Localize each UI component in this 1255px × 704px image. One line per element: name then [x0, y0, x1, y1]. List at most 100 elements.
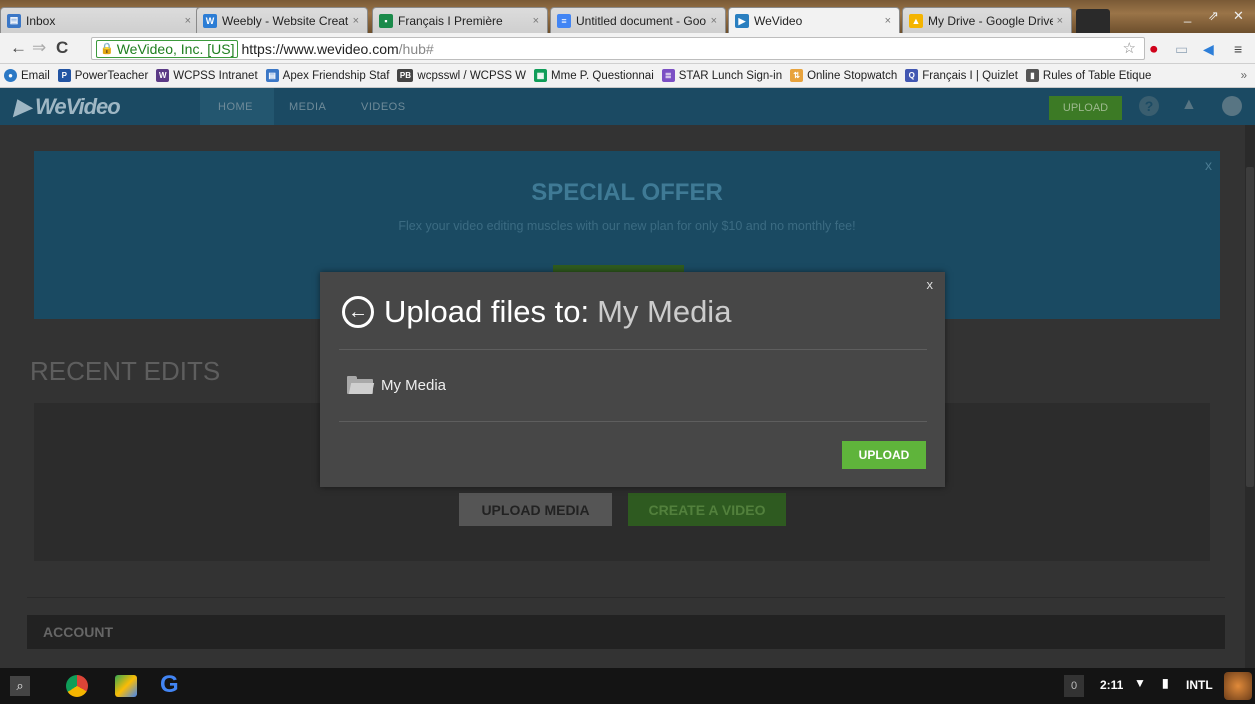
menu-icon[interactable]: ≡ [1234, 41, 1242, 57]
battery-icon[interactable]: ▮ [1162, 676, 1169, 690]
divider [27, 597, 1225, 598]
bookmark-label: Email [21, 69, 50, 82]
maximize-icon[interactable]: ⇗ [1208, 8, 1219, 24]
account-section-header[interactable]: ACCOUNT [27, 615, 1225, 649]
wevideo-logo[interactable]: ▶ WeVideo [14, 94, 121, 120]
tab-wevideo[interactable]: ▶ WeVideo × [728, 7, 900, 33]
cast-icon[interactable]: ▭ [1175, 41, 1188, 58]
avatar-icon[interactable] [1222, 96, 1242, 116]
tab-untitled-doc[interactable]: ≡ Untitled document - Goo × [550, 7, 726, 33]
dialog-title-bold: Upload files to: [384, 294, 590, 329]
bookmark-email[interactable]: ● Email [4, 69, 50, 82]
recent-edits-heading: RECENT EDITS [30, 356, 221, 386]
reload-icon[interactable]: C [56, 38, 68, 58]
wifi-icon[interactable]: ▼ [1134, 676, 1146, 690]
create-video-button[interactable]: CREATE A VIDEO [628, 493, 786, 526]
bookmarks-bar: ● Email P PowerTeacher W WCPSS Intranet ▤ Ap… [0, 64, 1255, 88]
tab-title: WeVideo [754, 14, 803, 28]
lock-icon: 🔒 [100, 43, 114, 55]
close-tab-icon[interactable]: × [353, 15, 359, 27]
bookmark-star-icon[interactable]: ☆ [1123, 39, 1136, 57]
nav-upload-button[interactable]: UPLOAD [1049, 96, 1122, 120]
dialog-upload-button[interactable]: UPLOAD [842, 441, 926, 469]
bookmark-table-etiquette[interactable]: ▮ Rules of Table Etique [1025, 69, 1152, 82]
folder-item-my-media[interactable]: My Media [347, 376, 446, 394]
minimize-icon[interactable]: _ [1184, 8, 1191, 23]
offer-close-icon[interactable]: x [1205, 157, 1212, 173]
nav-videos[interactable]: VIDEOS [361, 101, 406, 113]
new-tab-button[interactable] [1076, 9, 1110, 33]
browser-tab-strip: ▤ Inbox × W Weebly - Website Creati × ▪ … [0, 0, 1255, 33]
bookmark-label: WCPSS Intranet [173, 69, 258, 82]
more-bookmarks-icon[interactable]: » [1241, 70, 1247, 82]
url-host: https://www.wevideo.com [241, 40, 399, 57]
tab-title: Weebly - Website Creati [222, 13, 349, 28]
url-path: /hub# [398, 40, 434, 57]
close-tab-icon[interactable]: × [1057, 15, 1063, 27]
address-toolbar: ← ⇒ C 🔒 WeVideo, Inc. [US] https://www.w… [0, 33, 1255, 64]
close-tab-icon[interactable]: × [185, 15, 191, 27]
classroom-icon: ▪ [379, 13, 393, 28]
close-tab-icon[interactable]: × [533, 15, 539, 27]
user-avatar[interactable] [1224, 672, 1252, 700]
globe-icon: ● [4, 69, 17, 82]
close-tab-icon[interactable]: × [711, 15, 717, 27]
extension-icon[interactable]: ◀ [1203, 41, 1214, 58]
bookmark-powerteacher[interactable]: P PowerTeacher [57, 69, 148, 82]
dialog-title-destination: My Media [597, 294, 732, 329]
maps-icon[interactable] [115, 675, 137, 697]
drive-icon: ▲ [909, 13, 923, 28]
bookmark-mme-p[interactable]: ▦ Mme P. Questionnai [534, 69, 654, 82]
bell-icon[interactable]: ▲ [1181, 96, 1197, 114]
tab-francais[interactable]: ▪ Français I Première × [372, 7, 548, 33]
chrome-icon[interactable] [66, 675, 88, 697]
url-field[interactable]: 🔒 WeVideo, Inc. [US] https://www.wevideo… [91, 37, 1145, 60]
bookmark-stopwatch[interactable]: ⇅ Online Stopwatch [790, 69, 897, 82]
adblock-icon[interactable]: ⏺ [1150, 41, 1158, 58]
bookmark-star-lunch[interactable]: ≣ STAR Lunch Sign-in [661, 69, 783, 82]
forward-icon[interactable]: ⇒ [32, 38, 46, 58]
upload-media-button[interactable]: UPLOAD MEDIA [459, 493, 612, 526]
sheets-icon: ▦ [534, 69, 548, 82]
upload-files-dialog: x ← Upload files to: My Media My Media U… [320, 272, 945, 487]
bookmark-label: Rules of Table Etique [1042, 69, 1152, 82]
bookmark-label: Français I | Quizlet [922, 69, 1018, 82]
bookmark-label: wcpsswl / WCPSS W [417, 69, 527, 82]
back-arrow-icon[interactable]: ← [342, 296, 374, 328]
scrollbar-thumb[interactable] [1246, 167, 1254, 487]
bookmark-wcpsswl[interactable]: PB wcpsswl / WCPSS W [397, 69, 526, 82]
close-window-icon[interactable]: ✕ [1233, 8, 1244, 24]
back-icon[interactable]: ← [10, 38, 27, 58]
help-icon[interactable]: ? [1139, 96, 1159, 116]
tab-title: Inbox [26, 13, 56, 28]
folder-label: My Media [381, 376, 447, 394]
wcpss-icon: W [156, 69, 170, 82]
pbworks-icon: PB [397, 69, 414, 82]
stopwatch-icon: ⇅ [790, 69, 804, 82]
page-scrollbar[interactable] [1245, 125, 1255, 668]
close-tab-icon[interactable]: × [885, 15, 891, 27]
bookmark-quizlet[interactable]: Q Français I | Quizlet [905, 69, 1018, 82]
nav-media[interactable]: MEDIA [289, 101, 326, 113]
input-method[interactable]: INTL [1186, 678, 1213, 692]
tab-weebly[interactable]: W Weebly - Website Creati × [196, 7, 368, 33]
bookmark-label: STAR Lunch Sign-in [678, 69, 783, 82]
dialog-close-icon[interactable]: x [927, 277, 934, 292]
tab-title: Français I Première [398, 13, 503, 28]
divider [339, 421, 927, 422]
document-icon: ▮ [1025, 69, 1039, 82]
bookmark-label: Mme P. Questionnai [551, 69, 654, 82]
bookmark-apex-friendship[interactable]: ▤ Apex Friendship Staf [265, 69, 389, 82]
notification-count[interactable]: 0 [1064, 675, 1084, 697]
docs-icon: ≡ [557, 13, 571, 28]
nav-home[interactable]: HOME [218, 101, 253, 113]
clock[interactable]: 2:11 [1100, 678, 1123, 692]
search-icon[interactable]: ⌕ [10, 676, 30, 696]
bookmark-wcpss-intranet[interactable]: W WCPSS Intranet [156, 69, 258, 82]
google-icon[interactable]: G [160, 671, 179, 699]
offer-title: SPECIAL OFFER [531, 179, 723, 206]
tab-inbox[interactable]: ▤ Inbox × [0, 7, 200, 33]
tab-google-drive[interactable]: ▲ My Drive - Google Drive × [902, 7, 1072, 33]
bookmark-label: Online Stopwatch [807, 69, 898, 82]
ev-certificate-badge[interactable]: 🔒 WeVideo, Inc. [US] [96, 39, 239, 58]
